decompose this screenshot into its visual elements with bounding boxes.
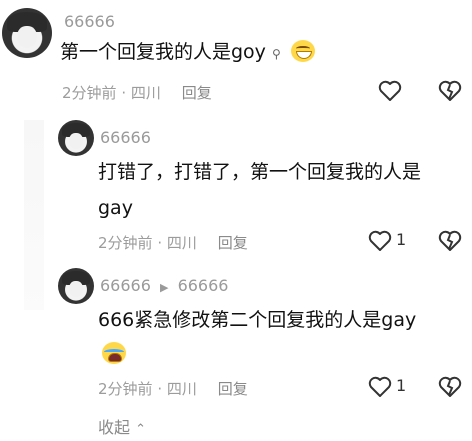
comment-text-body: 第一个回复我的人是goy — [60, 41, 266, 63]
avatar-face — [68, 132, 84, 149]
reply-button[interactable]: 回复 — [218, 234, 248, 252]
chevron-up-icon: ⌃ — [135, 422, 147, 437]
comment-username[interactable]: 66666 — [100, 128, 151, 147]
comment-location: 四川 — [166, 380, 197, 398]
background-artifact — [24, 120, 44, 310]
broken-heart-icon[interactable] — [438, 230, 462, 252]
avatar[interactable] — [58, 268, 94, 304]
heart-outline-icon[interactable] — [378, 80, 402, 102]
comment-time: 2分钟前 — [62, 84, 117, 102]
comment-username[interactable]: 66666 — [64, 12, 115, 31]
comment-meta: 2分钟前 · 四川 回复 — [98, 378, 248, 399]
comment-text-line1: 打错了，打错了，第一个回复我的人是 — [98, 161, 422, 183]
comment-meta: 2分钟前 · 四川 回复 — [62, 82, 212, 103]
like-count: 1 — [396, 376, 407, 395]
avatar-face — [17, 25, 37, 48]
comment-time: 2分钟前 — [98, 380, 153, 398]
comment-username[interactable]: 66666 — [100, 276, 151, 295]
collapse-button[interactable]: 收起 ⌃ — [98, 414, 146, 438]
emoji-line — [98, 340, 126, 368]
broken-heart-icon[interactable] — [438, 80, 462, 102]
broken-heart-icon[interactable] — [438, 376, 462, 398]
heart-outline-icon[interactable] — [368, 230, 392, 252]
collapse-label: 收起 — [98, 418, 131, 437]
comment-location: 四川 — [166, 234, 197, 252]
heart-outline-icon[interactable] — [368, 376, 392, 398]
crying-emoji-icon — [102, 342, 126, 364]
laughing-emoji-icon — [290, 40, 315, 62]
search-icon[interactable]: ⚲ — [272, 47, 281, 61]
meta-dot: · — [121, 84, 127, 102]
avatar[interactable] — [58, 120, 94, 156]
avatar-face — [68, 280, 84, 297]
avatar[interactable] — [2, 8, 52, 58]
comment-text: 666紧急修改第二个回复我的人是gay — [98, 309, 417, 331]
reply-header: 66666 ▶ 66666 — [100, 276, 228, 295]
comment-text: 第一个回复我的人是goy ⚲ — [60, 38, 315, 68]
comment-location: 四川 — [130, 84, 161, 102]
reply-to-username[interactable]: 66666 — [178, 276, 229, 295]
meta-dot: · — [157, 234, 163, 252]
comment-text-line2: gay — [98, 197, 133, 219]
comment-meta: 2分钟前 · 四川 回复 — [98, 232, 248, 253]
reply-button[interactable]: 回复 — [182, 84, 212, 102]
reply-button[interactable]: 回复 — [218, 380, 248, 398]
like-count: 1 — [396, 230, 407, 249]
triangle-right-icon: ▶ — [160, 281, 169, 294]
meta-dot: · — [157, 380, 163, 398]
comment-time: 2分钟前 — [98, 234, 153, 252]
